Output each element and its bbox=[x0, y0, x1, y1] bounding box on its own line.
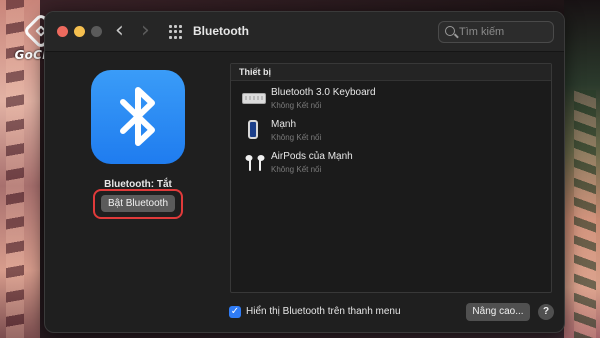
wallpaper-right-strip bbox=[564, 0, 600, 338]
chevron-right-icon[interactable]: › bbox=[141, 20, 150, 42]
keyboard-icon bbox=[242, 93, 266, 104]
search-field[interactable] bbox=[438, 21, 554, 43]
show-in-menu-checkbox[interactable]: ✓ bbox=[229, 306, 241, 318]
list-item-device-airpods[interactable]: AirPods của Mạnh Không Kết nối bbox=[231, 148, 551, 178]
show-in-menu-label: Hiển thị Bluetooth trên thanh menu bbox=[246, 306, 401, 317]
bluetooth-icon bbox=[91, 70, 185, 164]
close-window-button[interactable] bbox=[57, 26, 68, 37]
highlight-annotation bbox=[93, 189, 183, 219]
help-button[interactable]: ? bbox=[538, 304, 554, 320]
list-item-device-keyboard[interactable]: Bluetooth 3.0 Keyboard Không Kết nối bbox=[231, 84, 551, 114]
advanced-button[interactable]: Nâng cao... bbox=[466, 303, 530, 321]
airpods-icon bbox=[244, 152, 266, 174]
devices-list: Thiết bị Bluetooth 3.0 Keyboard Không Kế… bbox=[230, 63, 552, 293]
device-status: Không Kết nối bbox=[271, 101, 322, 110]
device-name: Mạnh bbox=[271, 119, 297, 130]
chevron-left-icon[interactable]: ‹ bbox=[115, 20, 124, 42]
search-icon bbox=[445, 26, 455, 36]
search-input[interactable] bbox=[459, 22, 549, 42]
minimize-window-button[interactable] bbox=[74, 26, 85, 37]
bluetooth-preferences-window: ‹ › Bluetooth Bluetooth: Tắt Bật Bluetoo… bbox=[44, 11, 565, 333]
device-name: Bluetooth 3.0 Keyboard bbox=[271, 87, 376, 98]
device-status: Không Kết nối bbox=[271, 133, 322, 142]
device-name: AirPods của Mạnh bbox=[271, 151, 353, 162]
zoom-window-button[interactable] bbox=[91, 26, 102, 37]
devices-header: Thiết bị bbox=[231, 64, 551, 81]
list-item-device-phone[interactable]: Mạnh Không Kết nối bbox=[231, 116, 551, 146]
title-bar: ‹ › Bluetooth bbox=[45, 12, 564, 52]
window-title: Bluetooth bbox=[193, 24, 249, 38]
grid-icon[interactable] bbox=[169, 25, 183, 39]
device-status: Không Kết nối bbox=[271, 165, 322, 174]
iphone-icon bbox=[248, 120, 258, 139]
